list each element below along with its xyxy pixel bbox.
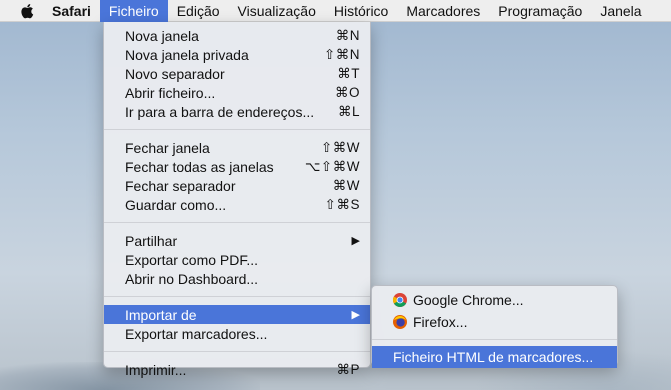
submenu-item-google-chrome[interactable]: Google Chrome... <box>372 289 617 311</box>
menubar-visualizacao[interactable]: Visualização <box>229 0 325 22</box>
menu-item-novo-separador[interactable]: Novo separador ⌘T <box>104 64 370 83</box>
menu-item-nova-janela-privada[interactable]: Nova janela privada ⇧⌘N <box>104 45 370 64</box>
menu-item-label: Exportar marcadores... <box>125 325 268 342</box>
menu-item-partilhar[interactable]: Partilhar ▶ <box>104 231 370 250</box>
menu-item-label: Novo separador <box>125 65 225 82</box>
menu-item-nova-janela[interactable]: Nova janela ⌘N <box>104 26 370 45</box>
shortcut-label: ⌘W <box>332 177 360 193</box>
shortcut-label: ⌘T <box>337 65 360 81</box>
menu-item-guardar-como[interactable]: Guardar como... ⇧⌘S <box>104 195 370 214</box>
menu-item-label: Fechar todas as janelas <box>125 158 274 175</box>
menu-bar: Safari Ficheiro Edição Visualização Hist… <box>0 0 671 22</box>
menu-item-label: Imprimir... <box>125 361 187 378</box>
menu-item-label: Importar de <box>125 306 197 323</box>
shortcut-label: ⌘N <box>335 27 360 43</box>
menu-item-label: Guardar como... <box>125 196 227 213</box>
shortcut-label: ⇧⌘S <box>324 196 360 212</box>
menu-item-label: Ir para a barra de endereços... <box>125 103 315 120</box>
menu-item-label: Nova janela <box>125 27 199 44</box>
menu-item-fechar-janela[interactable]: Fechar janela ⇧⌘W <box>104 138 370 157</box>
submenu-arrow-icon: ▶ <box>351 235 360 247</box>
menu-item-label: Abrir ficheiro... <box>125 84 216 101</box>
menu-separator <box>104 351 370 352</box>
menu-item-exportar-marcadores[interactable]: Exportar marcadores... <box>104 324 370 343</box>
submenu-item-label: Firefox... <box>413 314 468 330</box>
apple-menu-icon[interactable] <box>14 0 40 22</box>
menu-item-label: Fechar janela <box>125 139 210 156</box>
file-menu: Nova janela ⌘N Nova janela privada ⇧⌘N N… <box>103 22 371 378</box>
submenu-item-label: Google Chrome... <box>413 292 524 308</box>
menu-item-importar-de[interactable]: Importar de ▶ <box>104 305 370 324</box>
menubar-marcadores[interactable]: Marcadores <box>397 0 489 22</box>
menu-item-ir-para-barra[interactable]: Ir para a barra de endereços... ⌘L <box>104 102 370 121</box>
firefox-icon <box>392 314 408 330</box>
menu-item-label: Nova janela privada <box>125 46 249 63</box>
shortcut-label: ⌥⇧⌘W <box>304 158 360 174</box>
submenu-item-ficheiro-html[interactable]: Ficheiro HTML de marcadores... <box>372 346 617 368</box>
submenu-arrow-icon: ▶ <box>351 309 360 321</box>
shortcut-label: ⇧⌘W <box>320 139 360 155</box>
menu-separator <box>104 222 370 223</box>
chrome-icon <box>392 292 408 308</box>
menubar-ficheiro[interactable]: Ficheiro <box>99 0 168 22</box>
import-submenu: Google Chrome... Firefox... Ficheiro HTM… <box>371 285 618 368</box>
menu-item-label: Partilhar <box>125 232 178 249</box>
menu-item-abrir-dashboard[interactable]: Abrir no Dashboard... <box>104 269 370 288</box>
shortcut-label: ⌘L <box>337 103 360 119</box>
shortcut-label: ⌘O <box>334 84 360 100</box>
menu-item-label: Exportar como PDF... <box>125 251 259 268</box>
menu-item-imprimir[interactable]: Imprimir... ⌘P <box>104 360 370 379</box>
menubar-programacao[interactable]: Programação <box>489 0 591 22</box>
shortcut-label: ⇧⌘N <box>323 46 360 62</box>
menubar-edicao[interactable]: Edição <box>168 0 229 22</box>
menu-item-fechar-separador[interactable]: Fechar separador ⌘W <box>104 176 370 195</box>
menu-item-label: Abrir no Dashboard... <box>125 270 259 287</box>
menu-separator <box>372 339 617 340</box>
menu-item-exportar-pdf[interactable]: Exportar como PDF... <box>104 250 370 269</box>
menu-separator <box>104 129 370 130</box>
submenu-item-label: Ficheiro HTML de marcadores... <box>393 349 594 365</box>
shortcut-label: ⌘P <box>336 361 360 377</box>
menubar-historico[interactable]: Histórico <box>325 0 397 22</box>
menu-item-fechar-todas[interactable]: Fechar todas as janelas ⌥⇧⌘W <box>104 157 370 176</box>
menu-item-abrir-ficheiro[interactable]: Abrir ficheiro... ⌘O <box>104 83 370 102</box>
menubar-app-safari[interactable]: Safari <box>40 0 100 22</box>
menu-separator <box>104 296 370 297</box>
submenu-item-firefox[interactable]: Firefox... <box>372 311 617 333</box>
menubar-janela[interactable]: Janela <box>591 0 650 22</box>
menu-item-label: Fechar separador <box>125 177 236 194</box>
